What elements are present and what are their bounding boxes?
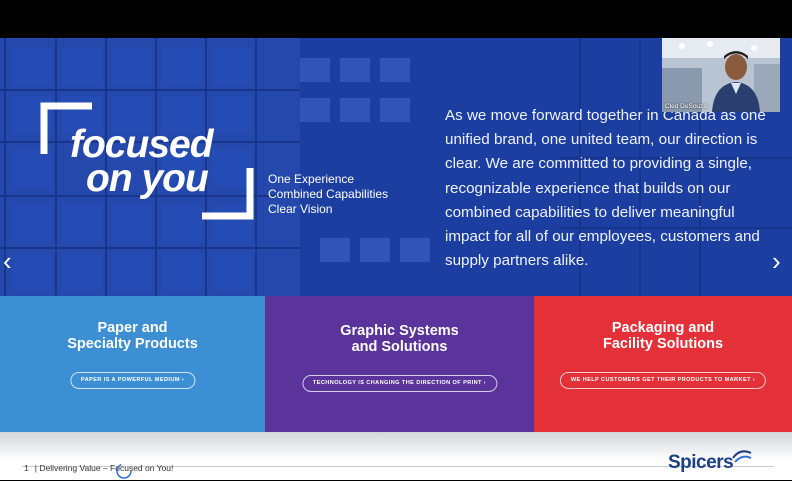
- technology-print-button[interactable]: TECHNOLOGY IS CHANGING THE DIRECTION OF …: [301, 375, 498, 392]
- tagline-line: Clear Vision: [268, 202, 333, 216]
- logo-line-2: on you: [86, 157, 209, 200]
- paper-medium-button[interactable]: PAPER IS A POWERFUL MEDIUM ›: [69, 372, 196, 389]
- slide-number: 1: [24, 463, 29, 473]
- tile-packaging-facility[interactable]: Packaging and Facility Solutions WE HELP…: [534, 296, 792, 432]
- tagline-line: Combined Capabilities: [268, 187, 389, 201]
- carousel-prev-arrow-icon[interactable]: ‹: [3, 248, 12, 274]
- tile-graphic-systems[interactable]: Graphic Systems and Solutions TECHNOLOGY…: [265, 296, 534, 432]
- tile-title-line: Specialty Products: [67, 336, 198, 352]
- spicers-swirl-icon: [732, 450, 752, 463]
- customers-market-button[interactable]: WE HELP CUSTOMERS GET THEIR PRODUCTS TO …: [559, 372, 767, 389]
- tile-title-line: Paper and: [97, 320, 168, 336]
- participant-name-label: Cled DeSouza: [665, 103, 707, 110]
- tile-title-line: Facility Solutions: [602, 336, 724, 352]
- spicers-logo: Spicers: [668, 452, 734, 473]
- tagline: One Experience Combined Capabilities Cle…: [268, 172, 388, 217]
- footer-slide-label: 1 | Delivering Value – Focused on You!: [24, 463, 173, 473]
- participant-video-frame: [662, 38, 780, 112]
- participant-video-thumbnail[interactable]: Cled DeSouza: [662, 38, 780, 112]
- loading-spinner-icon: [116, 463, 132, 479]
- carousel-next-arrow-icon[interactable]: ›: [772, 248, 781, 274]
- tile-paper-specialty[interactable]: Paper and Specialty Products PAPER IS A …: [0, 296, 265, 432]
- tile-title-line: Packaging and: [611, 320, 715, 336]
- mission-statement: As we move forward together in Canada as…: [445, 107, 766, 270]
- focused-on-you-logo: focused on you: [70, 125, 214, 200]
- tile-title: Paper and Specialty Products: [0, 320, 265, 352]
- tile-title-line: and Solutions: [351, 339, 448, 355]
- tile-title: Packaging and Facility Solutions: [534, 320, 792, 352]
- slide-title: Delivering Value – Focused on You!: [39, 463, 174, 473]
- tile-title-line: Graphic Systems: [340, 323, 459, 339]
- tagline-line: One Experience: [268, 172, 355, 186]
- top-black-bar: [0, 0, 792, 38]
- tile-title: Graphic Systems and Solutions: [265, 323, 534, 355]
- footer-separator: |: [34, 463, 37, 473]
